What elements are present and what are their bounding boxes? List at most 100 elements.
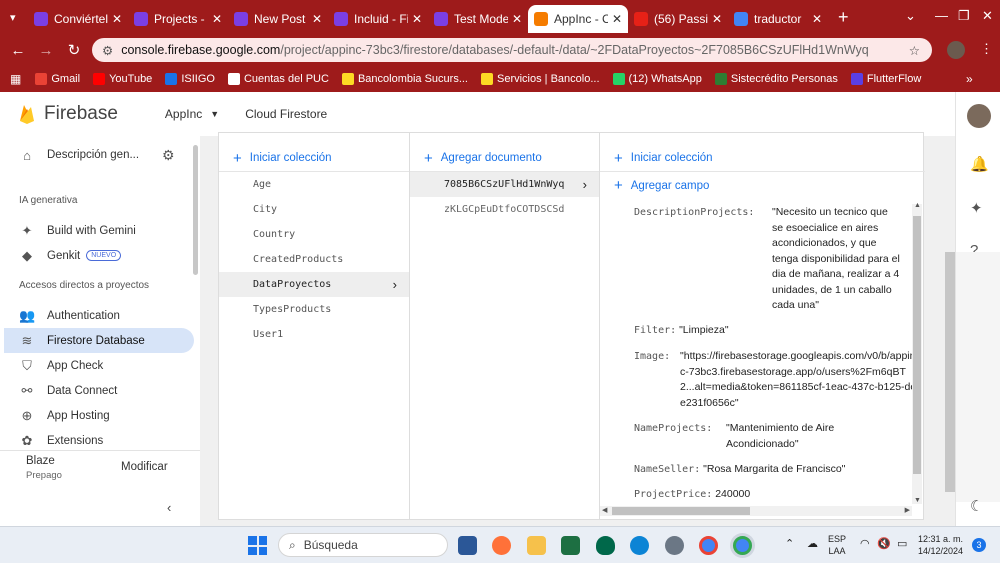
notifications-bell-icon[interactable]: 🔔 [970, 155, 989, 173]
tab-close-icon[interactable]: ✕ [412, 12, 422, 26]
sidebar-item-firestore[interactable]: ≋ Firestore Database [4, 328, 194, 353]
bookmark-item[interactable]: Bancolombia Sucurs... [341, 73, 468, 85]
collection-item[interactable]: CreatedProducts [219, 247, 409, 272]
sidebar-item-app-hosting[interactable]: ⊕ App Hosting [0, 403, 200, 428]
firefox-icon[interactable] [492, 536, 511, 555]
tab-search-icon[interactable]: ▾ [0, 8, 28, 26]
bookmark-item[interactable]: YouTube [93, 73, 152, 85]
clock[interactable]: 12:31 a. m. 14/12/2024 [918, 533, 963, 557]
battery-icon[interactable]: ▭ [897, 538, 907, 550]
tray-chevron-icon[interactable]: ⌃ [785, 538, 794, 550]
chevron-down-icon[interactable]: ⌄ [905, 8, 916, 24]
sidebar-scrollbar[interactable] [193, 145, 198, 275]
field-project-price: ProjectPrice: 240000 [634, 487, 750, 503]
dark-mode-icon[interactable]: ☾ [970, 497, 983, 515]
close-window-icon[interactable]: ✕ [982, 8, 993, 24]
collection-item[interactable]: Country [219, 222, 409, 247]
tab-title: AppInc - C [554, 12, 608, 26]
more-bookmarks-icon[interactable]: » [966, 72, 973, 86]
settings-icon[interactable] [665, 536, 684, 555]
apps-grid-icon[interactable]: ▦ [10, 72, 21, 86]
tab-close-icon[interactable]: ✕ [112, 12, 122, 26]
browser-tab[interactable]: Conviértelo ✕ [28, 5, 128, 33]
browser-tab[interactable]: AppInc - C ✕ [528, 5, 628, 33]
new-tab-icon[interactable]: + [838, 7, 849, 28]
browser-menu-icon[interactable]: ⋮ [980, 41, 993, 57]
clock-time: 12:31 a. m. [918, 534, 964, 544]
bookmark-item[interactable]: Cuentas del PUC [227, 73, 329, 85]
taskbar-search[interactable]: ⌕ Búsqueda [278, 533, 448, 557]
tab-close-icon[interactable]: ✕ [712, 12, 722, 26]
tab-close-icon[interactable]: ✕ [612, 12, 622, 26]
start-collection-button[interactable]: + Iniciar colección [219, 145, 409, 172]
excel-icon[interactable] [561, 536, 580, 555]
file-explorer-icon[interactable] [527, 536, 546, 555]
browser-tab[interactable]: Incluid - Fi ✕ [328, 5, 428, 33]
edge-icon[interactable] [630, 536, 649, 555]
url-field[interactable]: ⚙ console.firebase.google.com/project/ap… [92, 38, 932, 62]
side-scrollbar[interactable] [945, 252, 955, 492]
site-info-icon[interactable]: ⚙ [102, 43, 113, 58]
minimize-icon[interactable]: — [935, 8, 948, 23]
sidebar-item-build-gemini[interactable]: ✦ Build with Gemini [0, 218, 200, 243]
add-field-label: Agregar campo [630, 179, 710, 192]
sidebar-item-app-check[interactable]: ⛉ App Check [0, 353, 200, 378]
fields-horizontal-scrollbar[interactable]: ◀ ▶ [600, 506, 912, 516]
start-subcollection-button[interactable]: + Iniciar colección [600, 145, 925, 172]
browser-tab[interactable]: (56) Passin ✕ [628, 5, 728, 33]
bookmark-item[interactable]: Sistecrédito Personas [714, 73, 838, 85]
sidebar-item-genkit[interactable]: ◆ Genkit NUEVO [0, 243, 200, 268]
chrome-profile-icon[interactable] [733, 536, 752, 555]
sidebar-item-authentication[interactable]: 👥 Authentication [0, 303, 200, 328]
tab-close-icon[interactable]: ✕ [812, 12, 822, 26]
collection-item[interactable]: DataProyectos › [219, 272, 409, 297]
reload-icon[interactable]: ↻ [60, 41, 88, 59]
browser-tab[interactable]: traductor ✕ [728, 5, 828, 33]
bookmark-item[interactable]: ISIIGO [165, 73, 215, 85]
modify-plan-button[interactable]: Modificar [121, 461, 168, 473]
user-avatar[interactable] [967, 104, 991, 128]
word-icon[interactable] [458, 536, 477, 555]
document-item[interactable]: zKLGCpEuDtfoCOTDSCSd [410, 197, 599, 222]
bookmark-item[interactable]: Servicios | Bancolo... [481, 73, 600, 85]
mongodb-icon[interactable] [596, 536, 615, 555]
add-document-button[interactable]: + Agregar documento [410, 145, 599, 172]
restore-icon[interactable]: ❐ [958, 8, 970, 24]
sidebar-item-overview[interactable]: ⌂ Descripción gen... ⚙ [0, 142, 200, 168]
settings-gear-icon[interactable]: ⚙ [162, 147, 175, 164]
volume-muted-icon[interactable]: 🔇 [877, 538, 891, 550]
profile-avatar[interactable] [947, 41, 965, 59]
add-field-button[interactable]: + Agregar campo [600, 172, 925, 199]
forward-icon[interactable]: → [32, 42, 60, 59]
collapse-sidebar-icon[interactable]: ‹ [167, 500, 171, 515]
browser-tab[interactable]: Test Mode ✕ [428, 5, 528, 33]
wifi-icon[interactable]: ◠ [860, 538, 870, 550]
fields-vertical-scrollbar[interactable]: ▲ ▼ [912, 202, 922, 504]
language-indicator[interactable]: ESP LAA [828, 533, 846, 557]
bookmark-item[interactable]: (12) WhatsApp [612, 73, 702, 85]
project-selector[interactable]: AppInc ▼ [165, 107, 219, 121]
gemini-sparkle-icon[interactable]: ✦ [970, 199, 983, 217]
cloud-icon[interactable]: ☁ [807, 538, 818, 550]
notification-count-badge[interactable]: 3 [972, 538, 986, 552]
collection-item[interactable]: User1 [219, 322, 409, 347]
chrome-icon[interactable] [699, 536, 718, 555]
tab-close-icon[interactable]: ✕ [212, 12, 222, 26]
tab-close-icon[interactable]: ✕ [312, 12, 322, 26]
browser-tab[interactable]: Projects - F ✕ [128, 5, 228, 33]
collection-item[interactable]: City [219, 197, 409, 222]
tab-favicon-icon [34, 12, 48, 26]
firebase-logo[interactable]: Firebase [18, 103, 118, 125]
windows-start-icon[interactable] [248, 536, 267, 555]
sidebar-item-label: Authentication [47, 309, 120, 322]
tab-close-icon[interactable]: ✕ [512, 12, 522, 26]
back-icon[interactable]: ← [4, 42, 32, 59]
collection-item[interactable]: TypesProducts [219, 297, 409, 322]
bookmark-item[interactable]: FlutterFlow [850, 73, 921, 85]
browser-tab[interactable]: New Post ✕ [228, 5, 328, 33]
collection-item[interactable]: Age [219, 172, 409, 197]
bookmark-star-icon[interactable]: ☆ [909, 43, 920, 58]
sidebar-item-data-connect[interactable]: ⚯ Data Connect [0, 378, 200, 403]
bookmark-item[interactable]: Gmail [35, 73, 80, 85]
document-item[interactable]: 7085B6CSzUFlHd1WnWyq › [410, 172, 599, 197]
